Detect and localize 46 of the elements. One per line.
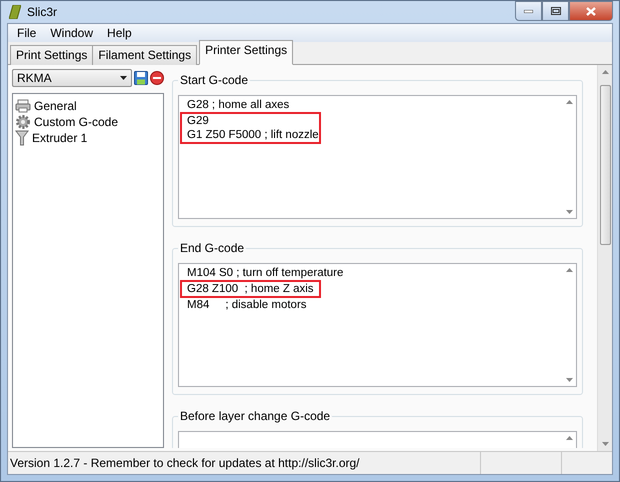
code-line: M84 ; disable motors: [187, 298, 308, 312]
tree-item[interactable]: General: [34, 99, 77, 113]
maximize-icon: [550, 7, 560, 15]
gcode-editor[interactable]: G28 ; home all axes G29 G1 Z50 F5000 ; lift nozzle: [178, 95, 577, 219]
printer-icon: [15, 99, 31, 113]
scroll-up-icon[interactable]: [566, 268, 572, 272]
caret-icon: [120, 76, 127, 80]
status-text: Version 1.2.7 - Remember to check for updates at http://slic3r.org/: [8, 452, 481, 474]
minimize-button[interactable]: [515, 1, 542, 21]
scrollbar[interactable]: [597, 65, 612, 451]
scroll-down-icon[interactable]: [602, 442, 608, 446]
minimize-icon: [524, 10, 533, 12]
window-title: Slic3r: [27, 5, 58, 19]
tree-item[interactable]: Extruder 1: [32, 131, 88, 145]
settings-tab[interactable]: Printer Settings: [199, 40, 294, 65]
close-icon: [586, 6, 596, 16]
section-title: End G-code: [178, 241, 246, 255]
gcode-editor[interactable]: M104 S0 ; turn off temperature G28 Z100 ; home Z axis M84 ; disable motors: [178, 263, 577, 387]
tree-item[interactable]: Custom G-code: [34, 115, 118, 129]
code-line: G1 Z50 F5000 ; lift nozzle: [187, 128, 319, 142]
settings-tab[interactable]: Filament Settings: [92, 45, 198, 65]
section-title: Start G-code: [178, 73, 250, 87]
menu-item[interactable]: Help: [100, 26, 139, 40]
scroll-down-icon[interactable]: [566, 210, 572, 214]
scroll-down-icon[interactable]: [566, 378, 572, 382]
code-line: M104 S0 ; turn off temperature: [187, 266, 344, 280]
code-line: G28 ; home all axes: [187, 98, 290, 112]
close-button[interactable]: [569, 1, 613, 21]
section-title: Before layer change G-code: [178, 409, 332, 423]
scroll-up-icon[interactable]: [566, 436, 572, 440]
scroll-up-icon[interactable]: [566, 100, 572, 104]
delete-icon[interactable]: [150, 71, 164, 85]
menu-item[interactable]: Window: [43, 26, 100, 40]
preset-value: RKMA: [17, 71, 52, 85]
app-logo-icon: [9, 5, 21, 19]
settings-tab[interactable]: Print Settings: [10, 45, 94, 65]
preset-dropdown[interactable]: RKMA: [12, 69, 132, 87]
code-line: G28 Z100 ; home Z axis: [187, 282, 315, 296]
code-line: G29: [187, 114, 210, 128]
maximize-button[interactable]: [542, 1, 569, 21]
funnel-icon: [15, 130, 29, 146]
scroll-thumb[interactable]: [600, 85, 610, 245]
save-icon[interactable]: [134, 71, 148, 85]
gear-icon: [15, 114, 31, 130]
menu-item[interactable]: File: [10, 26, 44, 40]
scroll-up-icon[interactable]: [602, 70, 608, 74]
